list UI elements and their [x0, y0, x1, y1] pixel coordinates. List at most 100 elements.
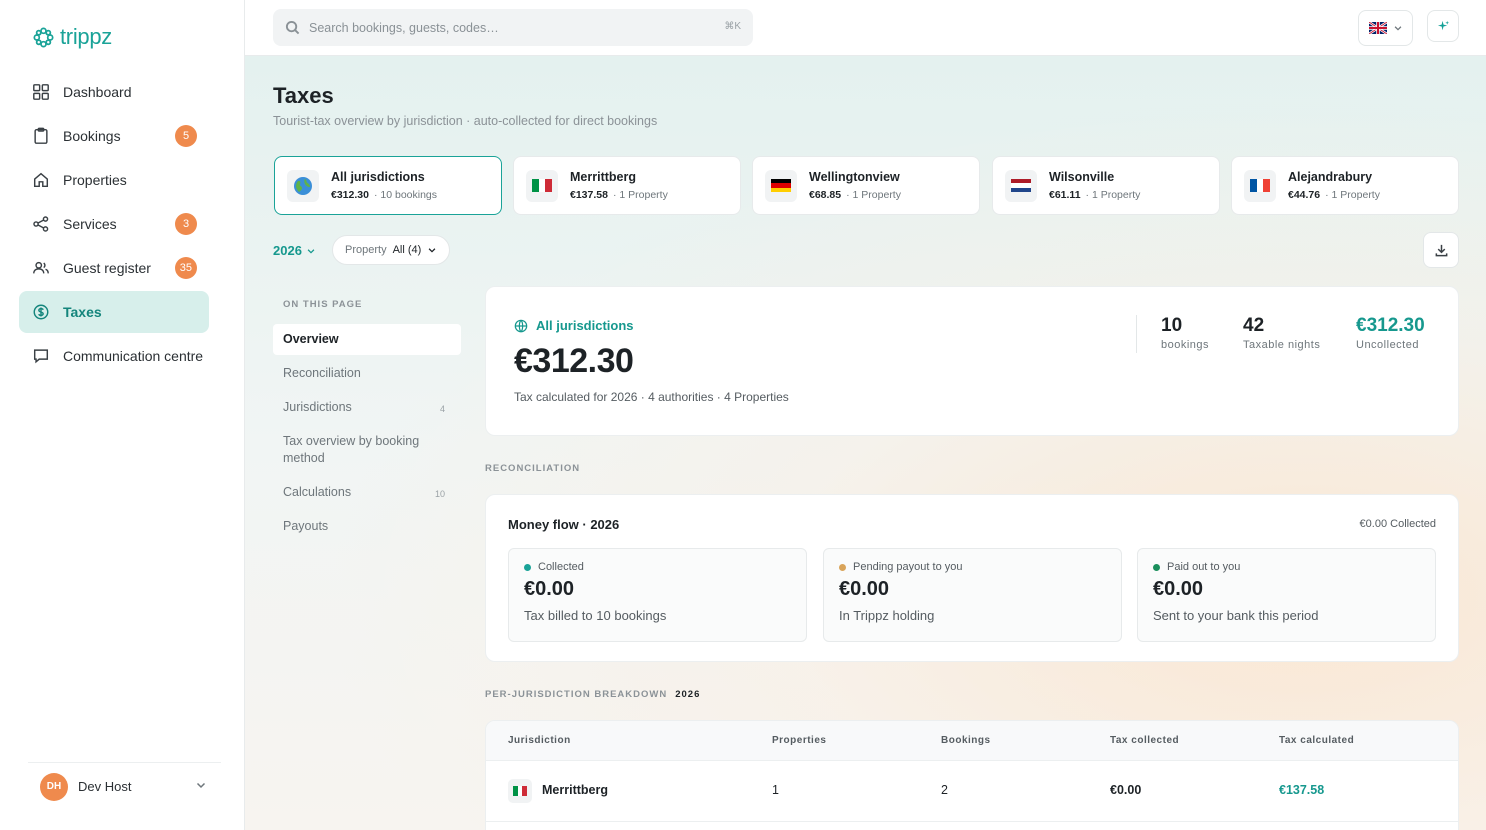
home-icon: [31, 170, 51, 190]
toc-item-tax-overview-by-booking-method[interactable]: Tax overview by booking method: [273, 426, 461, 474]
sidebar: trippz Dashboard Bookings 5 Properties S…: [0, 0, 245, 830]
jurisdiction-card-merrittberg[interactable]: Merrittberg €137.58 · 1 Property: [513, 156, 741, 215]
nav-item-services[interactable]: Services 3: [19, 203, 209, 245]
toc-label: Reconciliation: [283, 366, 361, 380]
nav-item-guest-register[interactable]: Guest register 35: [19, 247, 209, 289]
nav-item-taxes[interactable]: Taxes: [19, 291, 209, 333]
cell-jurisdiction: Merrittberg: [542, 783, 608, 797]
jurisdiction-card-alejandrabury[interactable]: Alejandrabury €44.76 · 1 Property: [1231, 156, 1459, 215]
jurisdiction-name: Alejandrabury: [1288, 170, 1373, 184]
toc-label: Jurisdictions: [283, 400, 352, 414]
chat-icon: [31, 346, 51, 366]
toc-count: 10: [434, 489, 445, 499]
logo-icon: [33, 26, 54, 48]
column-header[interactable]: Tax collected: [1110, 735, 1179, 746]
toc-item-payouts[interactable]: Payouts: [273, 511, 461, 542]
services-badge: 3: [175, 213, 197, 235]
overview-description: Tax calculated for 2026 · 4 authorities …: [514, 390, 789, 404]
stat-value: 10: [1161, 315, 1183, 336]
column-header[interactable]: Bookings: [941, 735, 991, 746]
stat-taxable-nights: 42 Taxable nights: [1243, 315, 1320, 351]
jurisdiction-amount: €312.30: [331, 189, 369, 201]
page-subtitle: Tourist-tax overview by jurisdiction · a…: [273, 114, 658, 128]
toc-label: Overview: [283, 332, 339, 346]
breakdown-heading-text: PER-JURISDICTION BREAKDOWN: [485, 689, 668, 700]
on-this-page-nav: ON THIS PAGE Overview Reconciliation Jur…: [273, 299, 461, 545]
nav-label: Taxes: [63, 304, 102, 320]
uk-flag-icon: [1368, 22, 1387, 34]
avatar: DH: [40, 772, 68, 801]
jurisdiction-name: Wilsonville: [1049, 170, 1115, 184]
search-bar[interactable]: ⌘K: [273, 9, 753, 46]
column-header[interactable]: Jurisdiction: [508, 735, 571, 746]
stat-uncollected: €312.30 Uncollected: [1356, 315, 1425, 351]
share-icon: [31, 214, 51, 234]
property-filter-value: All (4): [392, 244, 422, 256]
flow-label: Collected: [538, 561, 584, 573]
search-icon: [285, 20, 300, 35]
column-header[interactable]: Tax calculated: [1279, 735, 1354, 746]
jurisdiction-card-wilsonville[interactable]: Wilsonville €61.11 · 1 Property: [992, 156, 1220, 215]
toc-item-calculations[interactable]: Calculations 10: [273, 477, 461, 508]
nav-label: Dashboard: [63, 84, 132, 100]
ai-assistant-button[interactable]: [1427, 10, 1459, 42]
nav-item-communication-centre[interactable]: Communication centre: [19, 335, 209, 377]
page-title: Taxes: [273, 83, 334, 108]
search-input[interactable]: [309, 20, 709, 35]
netherlands-flag-icon: [1005, 169, 1037, 202]
user-name: Dev Host: [78, 779, 132, 794]
nav-item-bookings[interactable]: Bookings 5: [19, 115, 209, 157]
table-row[interactable]: Merrittberg 1 2 €0.00 €137.58: [486, 761, 1458, 822]
main-content: Taxes Tourist-tax overview by jurisdicti…: [245, 56, 1486, 830]
guest-register-badge: 35: [174, 257, 197, 279]
money-flow-title: Money flow · 2026: [508, 517, 620, 532]
nav-label: Properties: [63, 172, 127, 188]
jurisdiction-card-wellingtonview[interactable]: Wellingtonview €68.85 · 1 Property: [752, 156, 980, 215]
jurisdiction-name: All jurisdictions: [331, 170, 425, 184]
toc-item-reconciliation[interactable]: Reconciliation: [273, 358, 461, 389]
download-button[interactable]: [1423, 232, 1459, 268]
nav-item-properties[interactable]: Properties: [19, 159, 209, 201]
jurisdiction-card-all[interactable]: All jurisdictions €312.30 · 10 bookings: [274, 156, 502, 215]
breakdown-year: 2026: [675, 689, 701, 700]
jurisdiction-name: Wellingtonview: [809, 170, 900, 184]
flow-description: In Trippz holding: [839, 608, 935, 623]
stat-label: Uncollected: [1356, 339, 1419, 351]
breakdown-heading: PER-JURISDICTION BREAKDOWN 2026: [485, 689, 700, 700]
jurisdiction-amount: €137.58: [570, 189, 608, 201]
year-value: 2026: [273, 243, 302, 258]
language-selector[interactable]: [1358, 10, 1413, 46]
reconciliation-heading: RECONCILIATION: [485, 463, 581, 474]
flow-paid-out: Paid out to you €0.00 Sent to your bank …: [1137, 548, 1436, 642]
nav-label: Services: [63, 216, 117, 232]
user-menu[interactable]: DH Dev Host: [28, 762, 221, 810]
jurisdiction-meta: · 10 bookings: [373, 189, 438, 201]
year-selector[interactable]: 2026: [273, 243, 316, 258]
nav-item-dashboard[interactable]: Dashboard: [19, 71, 209, 113]
status-dot: [839, 563, 846, 571]
download-icon: [1435, 244, 1447, 256]
property-filter[interactable]: Property All (4): [332, 235, 451, 265]
toc-item-overview[interactable]: Overview: [273, 324, 461, 355]
jurisdiction-meta: · 1 Property: [846, 189, 901, 201]
stat-label: Taxable nights: [1243, 339, 1321, 351]
flow-label: Paid out to you: [1167, 561, 1241, 573]
globe-icon: [514, 319, 528, 333]
globe-icon: [287, 169, 319, 202]
flow-label: Pending payout to you: [853, 561, 963, 573]
stat-label: bookings: [1161, 339, 1210, 351]
italy-flag-icon: [526, 169, 558, 202]
grid-icon: [31, 82, 51, 102]
toc-item-jurisdictions[interactable]: Jurisdictions 4: [273, 392, 461, 423]
jurisdiction-amount: €44.76: [1288, 189, 1321, 201]
bookings-badge: 5: [175, 125, 197, 147]
flow-amount: €0.00: [1153, 578, 1204, 600]
overview-label: All jurisdictions: [536, 318, 634, 333]
chevron-down-icon: [1394, 26, 1401, 31]
jurisdiction-amount: €68.85: [809, 189, 842, 201]
jurisdiction-meta: · 1 Property: [1325, 189, 1380, 201]
column-header[interactable]: Properties: [772, 735, 826, 746]
app-logo[interactable]: trippz: [33, 24, 112, 50]
toc-label: Tax overview by booking method: [283, 434, 420, 465]
cell-tax-calculated: €137.58: [1279, 783, 1325, 797]
